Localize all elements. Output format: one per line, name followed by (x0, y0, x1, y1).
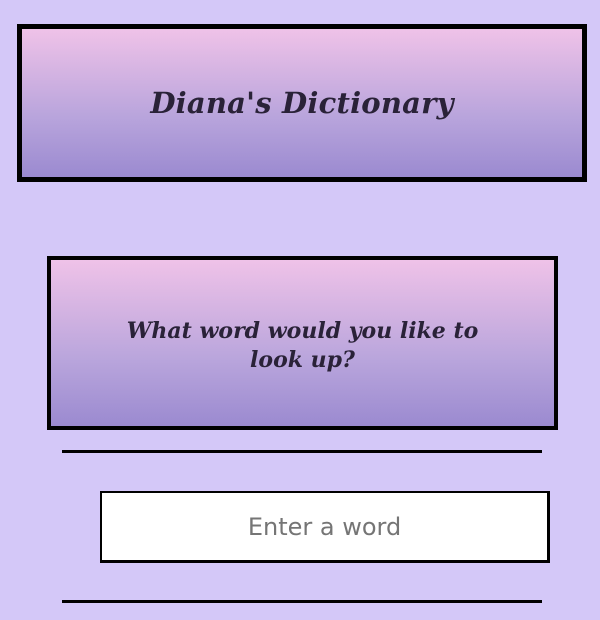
word-search-input[interactable] (100, 491, 550, 563)
prompt-card: What word would you like to look up? (47, 256, 558, 430)
title-banner: Diana's Dictionary (17, 24, 587, 182)
prompt-question: What word would you like to look up? (126, 318, 479, 373)
divider-top (62, 450, 542, 453)
page-title: Diana's Dictionary (150, 86, 454, 120)
divider-bottom (62, 600, 542, 603)
